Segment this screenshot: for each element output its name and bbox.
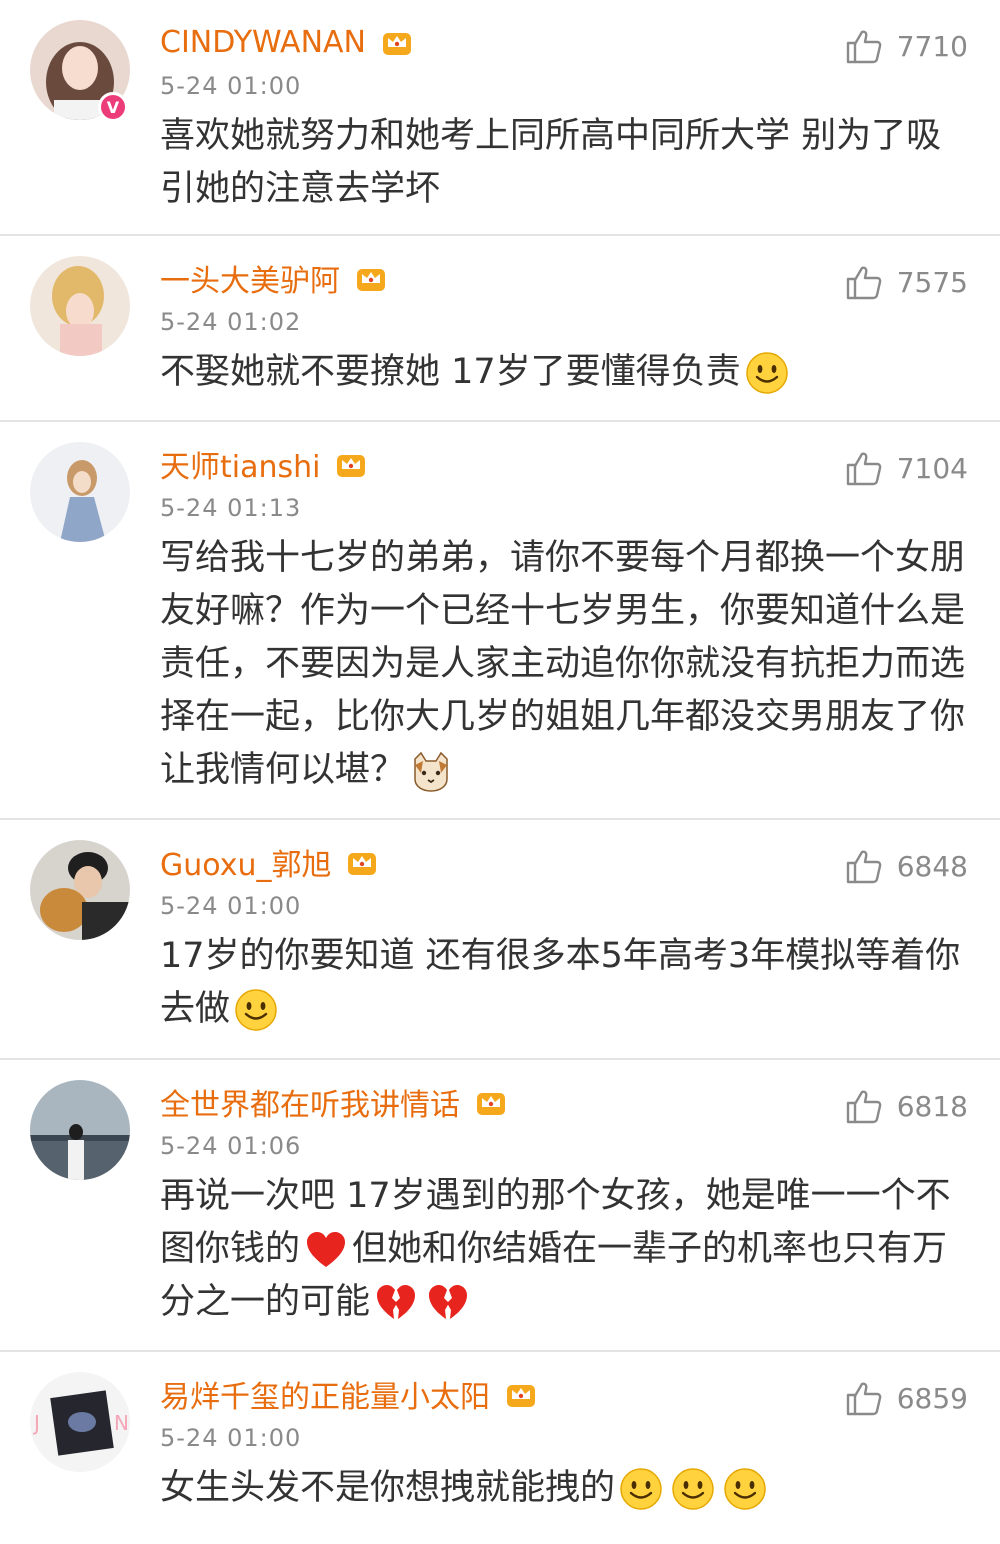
smile-emoji-icon	[620, 1468, 662, 1510]
username[interactable]: 一头大美驴阿	[160, 256, 340, 300]
illustration-avatar[interactable]	[30, 442, 130, 542]
comment-item: 一头大美驴阿 5-24 01:02 7575 不娶她就不要撩她 17岁了要懂得负…	[0, 236, 1000, 422]
smile-emoji-icon	[235, 989, 277, 1031]
crown-icon	[337, 455, 366, 477]
smile-emoji-icon	[745, 352, 788, 394]
heart-emoji-icon	[307, 1232, 346, 1267]
comment-text-body: 写给我十七岁的弟弟，请你不要每个月都换一个女朋友好嘛？作为一个已经十七岁男生，你…	[160, 538, 966, 790]
like-count: 7575	[896, 265, 968, 299]
crown-icon	[382, 33, 411, 55]
comment-text: 不娶她就不要撩她 17岁了要懂得负责	[160, 346, 970, 399]
crown-icon	[507, 1385, 535, 1407]
thumbs-up-icon	[846, 1382, 882, 1416]
thumbs-up-icon	[846, 850, 882, 884]
seaside-avatar[interactable]	[30, 1080, 130, 1180]
thumbs-up-icon	[846, 30, 882, 64]
username[interactable]: 全世界都在听我讲情话	[160, 1080, 460, 1124]
like-count: 7104	[896, 451, 968, 485]
comment-text: 17岁的你要知道 还有很多本5年高考3年模拟等着你去做	[160, 930, 970, 1036]
like-count: 7710	[896, 29, 968, 63]
cat-emoji-icon	[414, 751, 448, 792]
comment-list: V CINDYWANAN 5-24 01:00 7710 喜欢她就努力和她考上同…	[0, 0, 1000, 1544]
like-count: 6848	[896, 849, 968, 883]
svg-text:N: N	[114, 1411, 129, 1435]
comment-text-body: 喜欢她就努力和她考上同所高中同所大学 别为了吸引她的注意去学坏	[160, 116, 942, 209]
comment-time: 5-24 01:00	[160, 1424, 302, 1452]
comment-time: 5-24 01:02	[160, 308, 302, 336]
comment-item: Guoxu_郭旭 5-24 01:00 6848 17岁的你要知道 还有很多本5…	[0, 820, 1000, 1060]
comment-text: 写给我十七岁的弟弟，请你不要每个月都换一个女朋友好嘛？作为一个已经十七岁男生，你…	[160, 532, 970, 797]
crown-icon	[357, 269, 385, 291]
man-with-dog-avatar[interactable]	[30, 840, 130, 940]
comment-time: 5-24 01:13	[160, 494, 302, 522]
comment-text: 女生头发不是你想拽就能拽的	[160, 1462, 970, 1515]
comment-item: 全世界都在听我讲情话 5-24 01:06 6818 再说一次吧 17岁遇到的那…	[0, 1060, 1000, 1352]
smile-emoji-icon	[672, 1468, 714, 1510]
like-button[interactable]: 7710	[845, 26, 968, 66]
anime-girl-avatar[interactable]	[30, 256, 130, 356]
comment-time: 5-24 01:06	[160, 1132, 302, 1160]
username[interactable]: CINDYWANAN	[160, 25, 366, 60]
username[interactable]: 易烊千玺的正能量小太阳	[160, 1372, 490, 1416]
photo-card-avatar[interactable]: J N	[30, 1372, 130, 1472]
username[interactable]: Guoxu_郭旭	[160, 840, 331, 884]
thumbs-up-icon	[846, 266, 882, 300]
like-button[interactable]: 6859	[845, 1378, 968, 1418]
broken-heart-emoji-icon	[377, 1285, 416, 1319]
like-button[interactable]: 6818	[845, 1086, 968, 1126]
like-button[interactable]: 7575	[845, 262, 968, 302]
comment-text-body: 17岁的你要知道 还有很多本5年高考3年模拟等着你去做	[160, 936, 961, 1029]
crown-icon	[348, 853, 377, 875]
thumbs-up-icon	[846, 1090, 882, 1124]
comment-text: 再说一次吧 17岁遇到的那个女孩，她是唯一一个不图你钱的 但她和你结婚在一辈子的机…	[160, 1170, 970, 1329]
svg-text:J: J	[32, 1411, 40, 1435]
comment-item: V CINDYWANAN 5-24 01:00 7710 喜欢她就努力和她考上同…	[0, 0, 1000, 236]
verified-badge: V	[98, 92, 128, 122]
like-count: 6818	[896, 1089, 968, 1123]
crown-icon	[477, 1093, 505, 1115]
broken-heart-emoji-icon	[429, 1285, 468, 1319]
comment-item: 天师tianshi 5-24 01:13 7104 写给我十七岁的弟弟，请你不要…	[0, 422, 1000, 820]
comment-text: 喜欢她就努力和她考上同所高中同所大学 别为了吸引她的注意去学坏	[160, 110, 970, 216]
username[interactable]: 天师tianshi	[160, 442, 320, 486]
like-count: 6859	[896, 1381, 968, 1415]
comment-text-body: 不娶她就不要撩她 17岁了要懂得负责	[160, 352, 741, 392]
like-button[interactable]: 7104	[845, 448, 968, 488]
comment-item: J N 易烊千玺的正能量小太阳 5-24 01:00 6859 女生头发不是你想…	[0, 1352, 1000, 1544]
comment-time: 5-24 01:00	[160, 892, 302, 920]
like-button[interactable]: 6848	[845, 846, 968, 886]
comment-time: 5-24 01:00	[160, 72, 302, 100]
smile-emoji-icon	[724, 1468, 766, 1510]
comment-text-body: 女生头发不是你想拽就能拽的	[160, 1468, 616, 1508]
thumbs-up-icon	[846, 452, 882, 486]
